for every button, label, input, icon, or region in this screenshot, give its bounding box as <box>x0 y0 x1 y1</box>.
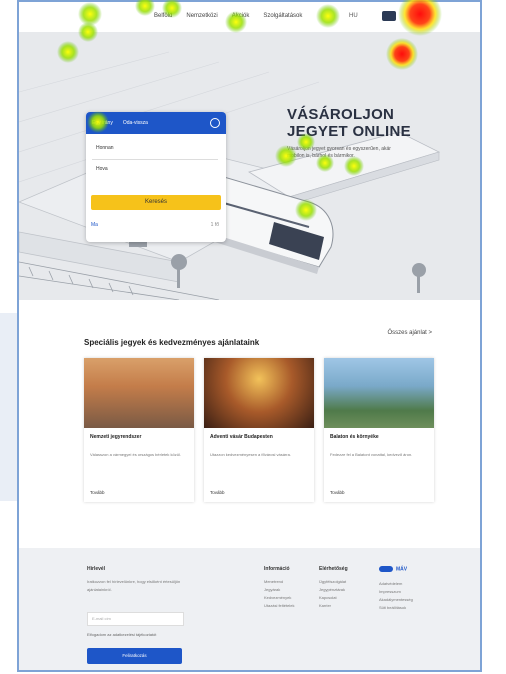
offers-title: Speciális jegyek és kedvezményes ajánlat… <box>84 338 260 347</box>
footer-link[interactable]: Impresszum <box>379 588 413 596</box>
offer-card[interactable]: Adventi vásár Budapesten Utazzon kedvezm… <box>204 358 314 502</box>
swap-icon[interactable] <box>210 118 220 128</box>
footer-link[interactable]: Akadálymentesség <box>379 596 413 604</box>
offer-image <box>204 358 314 428</box>
search-button[interactable]: Keresés <box>91 195 221 210</box>
to-input[interactable]: Hova <box>96 166 108 172</box>
offer-title: Nemzeti jegyrendszer <box>90 434 142 440</box>
footer-link[interactable]: Kapcsolat <box>319 594 346 602</box>
nav-links: Belföld Nemzetközi Akciók Szolgáltatások <box>154 13 302 19</box>
ticket-search-card: Egy irány Oda-vissza Honnan Hova Keresés… <box>86 112 226 242</box>
offer-title: Adventi vásár Budapesten <box>210 434 273 440</box>
offer-title: Balaton és környéke <box>330 434 379 440</box>
offer-more-button[interactable]: Tovább <box>330 490 345 495</box>
passenger-selector[interactable]: 1 fő <box>211 222 219 228</box>
footer-link[interactable]: Menetrend <box>264 578 294 586</box>
footer-link[interactable]: Karrier <box>319 602 346 610</box>
consent-checkbox[interactable]: Elfogadom az adatkezelési tájékoztatót <box>87 632 156 637</box>
offer-card[interactable]: Nemzeti jegyrendszer Válasszon a vármegy… <box>84 358 194 502</box>
footer-col2-title: Elérhetőség <box>319 566 348 572</box>
site-footer: Hírlevél Iratkozzon fel hírlevelünkre, h… <box>19 548 480 670</box>
trip-type-tabs: Egy irány Oda-vissza <box>86 112 226 134</box>
newsletter-email-input[interactable]: E-mail cím <box>87 612 184 626</box>
see-all-offers-link[interactable]: Összes ajánlat > <box>387 330 432 336</box>
language-selector[interactable]: HU <box>349 13 358 19</box>
train-icon <box>379 566 393 572</box>
footer-link[interactable]: Jegypénztárak <box>319 586 346 594</box>
footer-link[interactable]: Ügyfélszolgálat <box>319 578 346 586</box>
footer-col1-links: Menetrend Jegyárak Kedvezmények Utazási … <box>264 578 294 610</box>
hero-title-line2: JEGYET ONLINE <box>287 123 411 140</box>
from-input[interactable]: Honnan <box>96 145 114 151</box>
tab-one-way[interactable]: Egy irány <box>92 120 113 126</box>
nav-link-domestic[interactable]: Belföld <box>154 13 172 19</box>
offers-section: Speciális jegyek és kedvezményes ajánlat… <box>19 300 480 548</box>
offer-more-button[interactable]: Tovább <box>90 490 105 495</box>
footer-col1-title: Információ <box>264 566 290 572</box>
footer-link[interactable]: Kedvezmények <box>264 594 294 602</box>
left-side-panel <box>0 313 17 501</box>
offer-description: Válasszon a vármegyei és országos bérlet… <box>90 452 181 457</box>
footer-link[interactable]: Utazási feltételek <box>264 602 294 610</box>
footer-col2-links: Ügyfélszolgálat Jegypénztárak Kapcsolat … <box>319 578 346 610</box>
footer-link[interactable]: Adatvédelem <box>379 580 413 588</box>
hero-subtitle: Vásároljon jegyet gyorsan és egyszerűen,… <box>287 146 391 159</box>
login-button[interactable] <box>382 11 396 21</box>
newsletter-text: Iratkozzon fel hírlevelünkre, hogy elsők… <box>87 579 181 592</box>
field-divider <box>92 159 218 160</box>
tab-return[interactable]: Oda-vissza <box>123 120 148 126</box>
hero-section: VÁSÁROLJON JEGYET ONLINE Vásároljon jegy… <box>19 32 480 300</box>
footer-brand-links: Adatvédelem Impresszum Akadálymentesség … <box>379 580 413 612</box>
footer-link[interactable]: Jegyárak <box>264 586 294 594</box>
nav-link-services[interactable]: Szolgáltatások <box>263 13 302 19</box>
nav-link-international[interactable]: Nemzetközi <box>186 13 217 19</box>
offer-description: Utazzon kedvezményesen a fővárosi vásárr… <box>210 452 291 457</box>
hero-title-line1: VÁSÁROLJON <box>287 106 395 123</box>
subscribe-button[interactable]: Feliratkozás <box>87 648 182 664</box>
offer-image <box>84 358 194 428</box>
nav-link-offers[interactable]: Akciók <box>232 13 250 19</box>
offer-more-button[interactable]: Tovább <box>210 490 225 495</box>
offer-card[interactable]: Balaton és környéke Fedezze fel a Balato… <box>324 358 434 502</box>
offer-description: Fedezze fel a Balatont vonattal, kedvező… <box>330 452 413 457</box>
newsletter-title: Hírlevél <box>87 566 106 572</box>
date-selector[interactable]: Ma <box>91 222 98 228</box>
page-frame: Belföld Nemzetközi Akciók Szolgáltatások… <box>17 0 482 672</box>
top-navigation: Belföld Nemzetközi Akciók Szolgáltatások… <box>19 2 480 33</box>
email-placeholder: E-mail cím <box>92 616 111 621</box>
brand-name: MÁV <box>396 566 408 573</box>
footer-link[interactable]: Süti beállítások <box>379 604 413 612</box>
offer-image <box>324 358 434 428</box>
hero-title: VÁSÁROLJON JEGYET ONLINE <box>287 106 411 140</box>
footer-brand-logo[interactable]: MÁV <box>379 566 407 572</box>
search-options: Ma 1 fő <box>91 222 221 228</box>
